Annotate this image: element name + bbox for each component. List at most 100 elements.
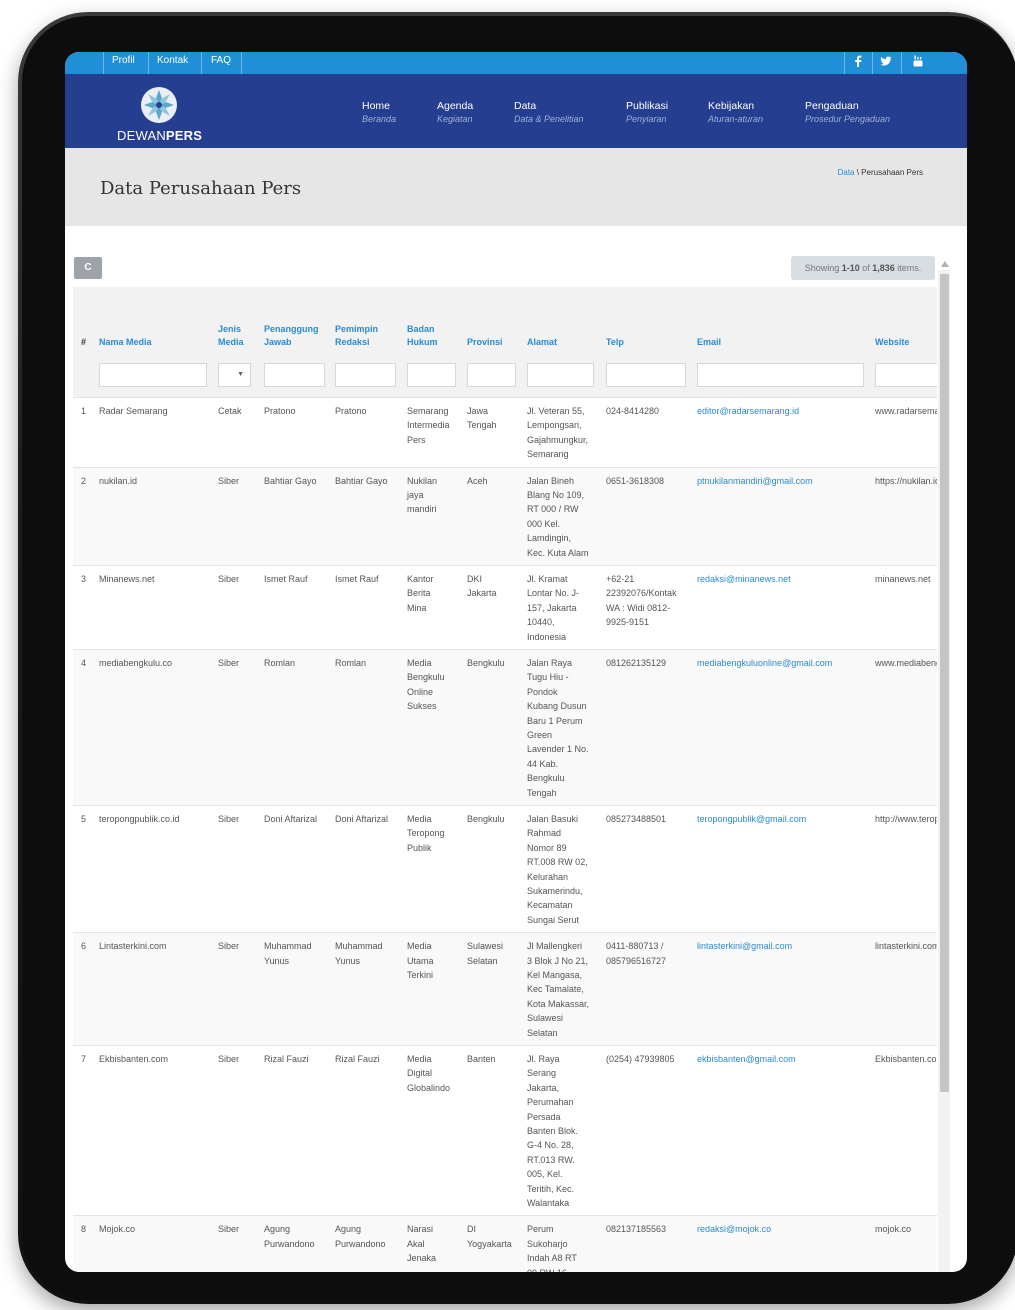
column-header-jenis-media[interactable]: Jenis Media xyxy=(218,323,244,349)
cell-provinsi: Bengkulu xyxy=(467,812,523,826)
column-header-website[interactable]: Website xyxy=(875,336,909,349)
cell-telp: 085273488501 xyxy=(606,812,696,826)
refresh-icon: C xyxy=(84,262,92,273)
facebook-icon[interactable] xyxy=(854,55,862,70)
cell-provinsi: Aceh xyxy=(467,474,523,488)
cell-website[interactable]: Ekbisbanten.com xyxy=(875,1052,937,1066)
table-row[interactable]: 2 nukilan.id Siber Bahtiar Gayo Bahtiar Gayo… xyxy=(73,466,937,565)
link-profil[interactable]: Profil xyxy=(112,55,135,66)
filter-pemimpin-redaksi-input[interactable] xyxy=(335,363,396,387)
cell-website[interactable]: mojok.co xyxy=(875,1222,937,1236)
nav-sublabel: Penyiaran xyxy=(626,114,667,124)
cell-email[interactable]: ptnukilanmandiri@gmail.com xyxy=(697,474,872,488)
table-row[interactable]: 5 teropongpublik.co.id Siber Doni Aftarizal… xyxy=(73,805,937,932)
cell-badan-hukum: Narasi Akal Jenaka xyxy=(407,1222,463,1265)
cell-line: Rahmad xyxy=(527,828,562,839)
cell-line: Indonesia xyxy=(527,631,567,642)
youtube-icon[interactable] xyxy=(913,55,923,70)
brand-name[interactable]: DEWANPERS xyxy=(117,128,202,143)
cell-email[interactable]: ekbisbanten@gmail.com xyxy=(697,1052,872,1066)
table-row[interactable]: 1 Radar Semarang Cetak Pratono Pratono Semara… xyxy=(73,397,937,467)
cell-email[interactable]: mediabengkuluonline@gmail.com xyxy=(697,656,872,670)
cell-website[interactable]: http://www.teropongpublik.co.id xyxy=(875,812,937,826)
filter-penanggung-jawab-input[interactable] xyxy=(264,363,325,387)
table-row[interactable]: 3 Minanews.net Siber Ismet Rauf Ismet Rauf Ka… xyxy=(73,565,937,649)
cell-website[interactable]: https://nukilan.id xyxy=(875,474,937,488)
filter-badan-hukum-input[interactable] xyxy=(407,363,456,387)
cell-email[interactable]: teropongpublik@gmail.com xyxy=(697,812,872,826)
column-header-telp[interactable]: Telp xyxy=(606,336,624,349)
dewan-pers-logo-icon[interactable] xyxy=(140,86,178,124)
cell-website[interactable]: www.radarsemarang.id xyxy=(875,404,937,418)
nav-publikasi[interactable]: Publikasi Penyiaran xyxy=(626,100,668,124)
cell-email[interactable]: lintasterkini@gmail.com xyxy=(697,939,872,953)
cell-line: Kantor xyxy=(407,574,434,584)
cell-line: Bengkulu xyxy=(407,672,445,683)
filter-jenis-media-select[interactable]: ▼ xyxy=(218,363,251,387)
nav-agenda[interactable]: Agenda Kegiatan xyxy=(437,100,473,124)
cell-email[interactable]: redaksi@mojok.co xyxy=(697,1222,872,1236)
table-row[interactable]: 7 Ekbisbanten.com Siber Rizal Fauzi Rizal Fa… xyxy=(73,1045,937,1215)
filter-alamat-input[interactable] xyxy=(527,363,594,387)
cell-line: mandiri xyxy=(407,504,437,515)
cell-website[interactable]: www.mediabengkulu.co xyxy=(875,656,937,670)
column-header-number: # xyxy=(81,337,87,347)
cell-penanggung-jawab: Rizal Fauzi xyxy=(264,1054,309,1064)
table-row[interactable]: 8 Mojok.co Siber Agung Purwandono Agung Purw… xyxy=(73,1215,937,1272)
scrollbar-thumb[interactable] xyxy=(940,274,949,1092)
column-header-badan-hukum[interactable]: Badan Hukum xyxy=(407,323,438,349)
divider xyxy=(844,52,845,74)
link-kontak[interactable]: Kontak xyxy=(157,55,188,66)
filter-website-input[interactable] xyxy=(875,363,937,387)
cell-badan-hukum: Nukilan jaya mandiri xyxy=(407,474,463,517)
column-header-nama-media[interactable]: Nama Media xyxy=(99,336,152,349)
filter-telp-input[interactable] xyxy=(606,363,686,387)
link-faq[interactable]: FAQ xyxy=(211,55,231,66)
cell-line: 082137185563 xyxy=(606,1224,667,1235)
column-header-pemimpin-redaksi[interactable]: Pemimpin Redaksi xyxy=(335,323,378,349)
cell-line: 005, Kel. xyxy=(527,1169,563,1180)
cell-line: Globalindo xyxy=(407,1082,451,1093)
summary-total: 1,836 xyxy=(872,263,895,273)
scroll-up-arrow-icon[interactable] xyxy=(941,261,949,267)
cell-line: Media xyxy=(407,814,432,824)
nav-kebijakan[interactable]: Kebijakan Aturan-aturan xyxy=(708,100,763,124)
cell-website[interactable]: lintasterkini.com xyxy=(875,939,937,953)
table-row[interactable]: 4 mediabengkulu.co Siber Romlan Romlan Media B… xyxy=(73,649,937,805)
nav-data[interactable]: Data Data & Penelitian xyxy=(514,100,584,124)
cell-email[interactable]: editor@radarsemarang.id xyxy=(697,404,872,418)
nav-label: Kebijakan xyxy=(708,100,755,112)
main-navbar: DEWANPERS Home Beranda Agenda Kegiatan D… xyxy=(65,74,967,148)
table-row[interactable]: 6 Lintasterkini.com Siber Muhammad Yunus Muh… xyxy=(73,932,937,1045)
breadcrumb-link-data[interactable]: Data xyxy=(838,168,855,177)
refresh-button[interactable]: C xyxy=(74,257,102,279)
cell-provinsi: Bengkulu xyxy=(467,656,523,670)
cell-line: Baru 1 Perum xyxy=(527,715,583,726)
cell-line: Mina xyxy=(407,602,427,613)
filter-nama-media-input[interactable] xyxy=(99,363,207,387)
cell-line: Bengkulu xyxy=(467,814,505,824)
filter-email-input[interactable] xyxy=(697,363,864,387)
cell-penanggung-jawab: Agung Purwandono xyxy=(264,1224,315,1249)
nav-pengaduan[interactable]: Pengaduan Prosedur Pengaduan xyxy=(805,100,890,124)
breadcrumb-current: Perusahaan Pers xyxy=(861,168,923,177)
nav-label: Publikasi xyxy=(626,100,669,112)
cell-email[interactable]: redaksi@minanews.net xyxy=(697,572,872,586)
nav-sublabel: Data & Penelitian xyxy=(514,114,584,124)
column-header-email[interactable]: Email xyxy=(697,336,721,349)
cell-provinsi: Banten xyxy=(467,1052,523,1066)
nav-home[interactable]: Home Beranda xyxy=(362,100,396,124)
cell-website[interactable]: minanews.net xyxy=(875,572,937,586)
cell-alamat: Jl. Kramat Lontar No. J- 157, Jakarta 10440… xyxy=(527,572,601,644)
column-header-alamat[interactable]: Alamat xyxy=(527,336,557,349)
cell-line: Akal xyxy=(407,1238,425,1249)
twitter-icon[interactable] xyxy=(880,55,892,70)
column-header-provinsi[interactable]: Provinsi xyxy=(467,336,503,349)
cell-line: +62-21 xyxy=(606,574,635,584)
filter-provinsi-input[interactable] xyxy=(467,363,516,387)
nav-sublabel: Aturan-aturan xyxy=(708,114,764,124)
column-header-penanggung-jawab[interactable]: Penanggung Jawab xyxy=(264,323,319,349)
cell-line: Tugu Hiu - xyxy=(527,672,569,683)
cell-line: Sulawesi xyxy=(527,1013,564,1024)
cell-nama-media: teropongpublik.co.id xyxy=(99,814,180,824)
